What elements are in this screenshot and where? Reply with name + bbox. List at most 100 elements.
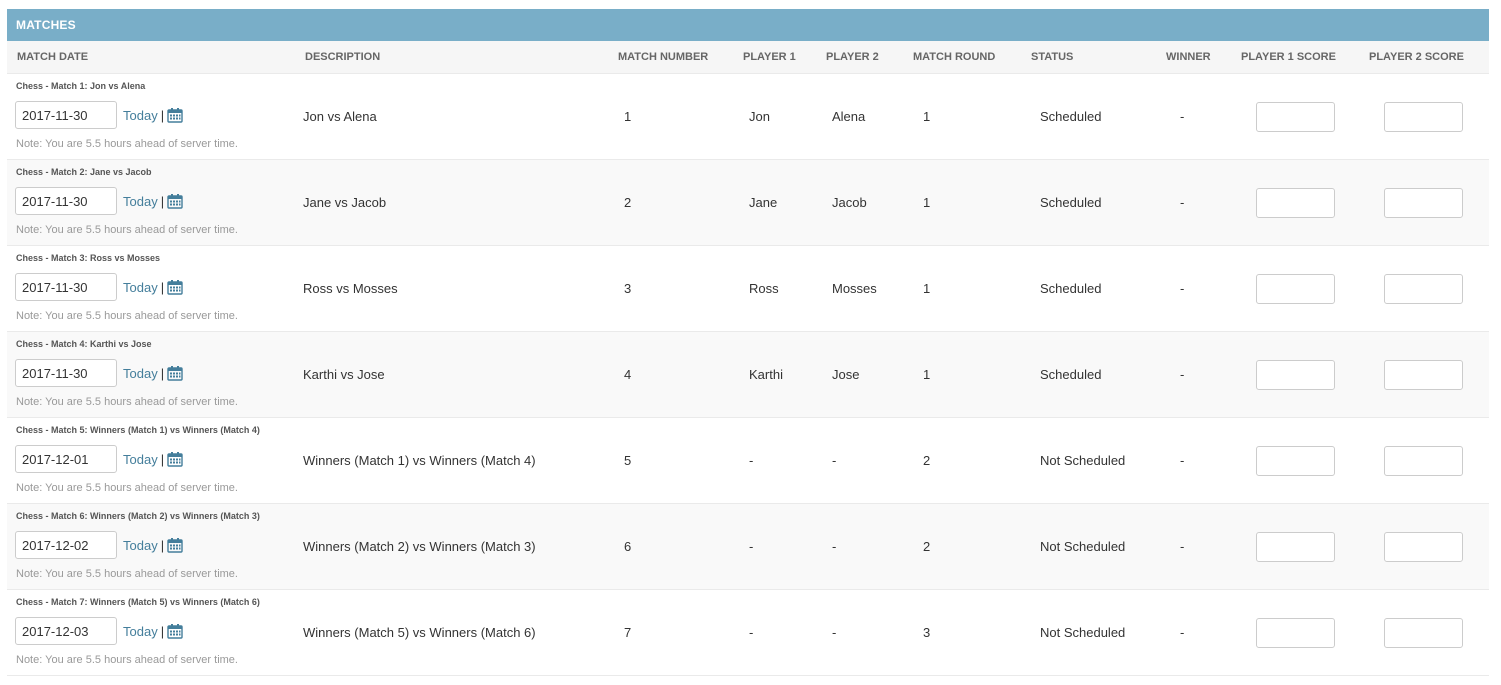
panel-title: MATCHES bbox=[7, 9, 1489, 41]
player1-score-cell bbox=[1231, 331, 1359, 418]
matches-table: MATCH DATE DESCRIPTION MATCH NUMBER PLAY… bbox=[7, 41, 1489, 676]
col-player2-score: PLAYER 2 SCORE bbox=[1359, 41, 1489, 74]
match-date-input[interactable] bbox=[15, 445, 117, 473]
player1-score-input[interactable] bbox=[1256, 617, 1335, 648]
match-number-cell: 5 bbox=[608, 417, 733, 504]
match-date-input[interactable] bbox=[15, 531, 117, 559]
header-row: MATCH DATE DESCRIPTION MATCH NUMBER PLAY… bbox=[7, 41, 1489, 74]
player2-cell: Alena bbox=[816, 73, 903, 160]
player2-score-input[interactable] bbox=[1384, 617, 1463, 648]
match-date-cell: Chess - Match 7: Winners (Match 5) vs Wi… bbox=[7, 589, 295, 676]
match-date-cell: Chess - Match 2: Jane vs Jacob Today | bbox=[7, 159, 295, 246]
player2-score-input[interactable] bbox=[1384, 187, 1463, 218]
today-link[interactable]: Today bbox=[123, 194, 158, 209]
timezone-note: Note: You are 5.5 hours ahead of server … bbox=[16, 224, 238, 236]
status-cell: Scheduled bbox=[1021, 159, 1156, 246]
match-round-cell: 3 bbox=[903, 589, 1021, 676]
col-player2: PLAYER 2 bbox=[816, 41, 903, 74]
match-date-cell: Chess - Match 3: Ross vs Mosses Today | bbox=[7, 245, 295, 332]
player2-score-cell bbox=[1359, 417, 1489, 504]
match-title: Chess - Match 6: Winners (Match 2) vs Wi… bbox=[16, 511, 260, 521]
description-cell: Karthi vs Jose bbox=[295, 331, 608, 418]
winner-cell: - bbox=[1156, 589, 1231, 676]
winner-cell: - bbox=[1156, 159, 1231, 246]
player1-score-input[interactable] bbox=[1256, 531, 1335, 562]
calendar-icon[interactable] bbox=[167, 107, 183, 123]
player2-score-input[interactable] bbox=[1384, 531, 1463, 562]
player2-score-input[interactable] bbox=[1384, 359, 1463, 390]
match-round-cell: 1 bbox=[903, 73, 1021, 160]
status-cell: Scheduled bbox=[1021, 73, 1156, 160]
match-date-input[interactable] bbox=[15, 617, 117, 645]
match-number-cell: 6 bbox=[608, 503, 733, 590]
today-link[interactable]: Today bbox=[123, 452, 158, 467]
separator: | bbox=[160, 279, 165, 295]
table-row: Chess - Match 3: Ross vs Mosses Today | bbox=[7, 245, 1489, 332]
today-link[interactable]: Today bbox=[123, 624, 158, 639]
player1-score-input[interactable] bbox=[1256, 273, 1335, 304]
player2-cell: - bbox=[816, 417, 903, 504]
match-title: Chess - Match 7: Winners (Match 5) vs Wi… bbox=[16, 597, 260, 607]
today-link[interactable]: Today bbox=[123, 108, 158, 123]
player1-cell: Karthi bbox=[733, 331, 816, 418]
match-date-input[interactable] bbox=[15, 187, 117, 215]
player1-score-cell bbox=[1231, 73, 1359, 160]
timezone-note: Note: You are 5.5 hours ahead of server … bbox=[16, 396, 238, 408]
player2-score-input[interactable] bbox=[1384, 273, 1463, 304]
separator: | bbox=[160, 623, 165, 639]
player1-score-input[interactable] bbox=[1256, 187, 1335, 218]
match-round-cell: 2 bbox=[903, 503, 1021, 590]
table-row: Chess - Match 2: Jane vs Jacob Today | bbox=[7, 159, 1489, 246]
today-link[interactable]: Today bbox=[123, 538, 158, 553]
player1-cell: Jane bbox=[733, 159, 816, 246]
match-date-input[interactable] bbox=[15, 101, 117, 129]
description-cell: Winners (Match 1) vs Winners (Match 4) bbox=[295, 417, 608, 504]
status-cell: Not Scheduled bbox=[1021, 503, 1156, 590]
table-row: Chess - Match 1: Jon vs Alena Today | bbox=[7, 73, 1489, 160]
player1-cell: - bbox=[733, 417, 816, 504]
player1-score-input[interactable] bbox=[1256, 101, 1335, 132]
winner-cell: - bbox=[1156, 417, 1231, 504]
match-title: Chess - Match 5: Winners (Match 1) vs Wi… bbox=[16, 425, 260, 435]
col-match-round: MATCH ROUND bbox=[903, 41, 1021, 74]
separator: | bbox=[160, 365, 165, 381]
match-title: Chess - Match 2: Jane vs Jacob bbox=[16, 167, 152, 177]
today-link[interactable]: Today bbox=[123, 366, 158, 381]
calendar-icon[interactable] bbox=[167, 365, 183, 381]
calendar-icon[interactable] bbox=[167, 193, 183, 209]
player1-score-input[interactable] bbox=[1256, 445, 1335, 476]
separator: | bbox=[160, 193, 165, 209]
player1-score-input[interactable] bbox=[1256, 359, 1335, 390]
col-status: STATUS bbox=[1021, 41, 1156, 74]
calendar-icon[interactable] bbox=[167, 537, 183, 553]
status-cell: Not Scheduled bbox=[1021, 589, 1156, 676]
winner-cell: - bbox=[1156, 245, 1231, 332]
separator: | bbox=[160, 107, 165, 123]
table-row: Chess - Match 5: Winners (Match 1) vs Wi… bbox=[7, 417, 1489, 504]
col-match-date: MATCH DATE bbox=[7, 41, 295, 74]
description-cell: Jane vs Jacob bbox=[295, 159, 608, 246]
match-round-cell: 1 bbox=[903, 331, 1021, 418]
player1-score-cell bbox=[1231, 417, 1359, 504]
status-cell: Scheduled bbox=[1021, 245, 1156, 332]
calendar-icon[interactable] bbox=[167, 623, 183, 639]
status-cell: Not Scheduled bbox=[1021, 417, 1156, 504]
col-player1-score: PLAYER 1 SCORE bbox=[1231, 41, 1359, 74]
separator: | bbox=[160, 451, 165, 467]
match-number-cell: 1 bbox=[608, 73, 733, 160]
player2-cell: Jacob bbox=[816, 159, 903, 246]
calendar-icon[interactable] bbox=[167, 451, 183, 467]
player2-cell: - bbox=[816, 503, 903, 590]
timezone-note: Note: You are 5.5 hours ahead of server … bbox=[16, 654, 238, 666]
player2-score-input[interactable] bbox=[1384, 101, 1463, 132]
player2-cell: - bbox=[816, 589, 903, 676]
player2-score-input[interactable] bbox=[1384, 445, 1463, 476]
match-date-input[interactable] bbox=[15, 359, 117, 387]
calendar-icon[interactable] bbox=[167, 279, 183, 295]
player1-score-cell bbox=[1231, 503, 1359, 590]
winner-cell: - bbox=[1156, 73, 1231, 160]
player2-score-cell bbox=[1359, 73, 1489, 160]
match-date-input[interactable] bbox=[15, 273, 117, 301]
today-link[interactable]: Today bbox=[123, 280, 158, 295]
col-player1: PLAYER 1 bbox=[733, 41, 816, 74]
